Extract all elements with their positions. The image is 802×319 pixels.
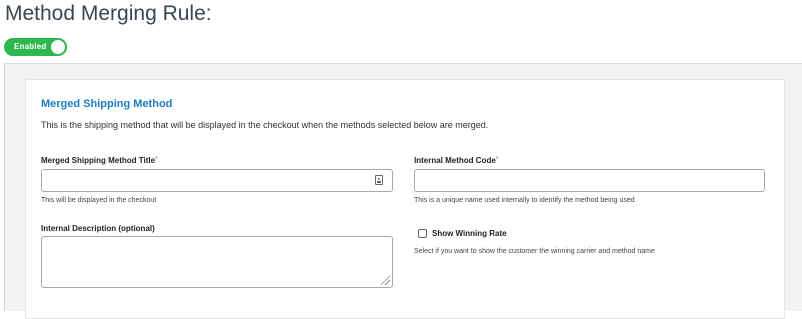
method-code-label: Internal Method Code* [414, 156, 499, 165]
toggle-label: Enabled [14, 42, 47, 51]
show-winning-rate-help: Select if you want to show the customer … [414, 248, 655, 255]
method-code-help: This is a unique name used internally to… [414, 197, 635, 204]
resize-handle-icon[interactable] [381, 276, 390, 285]
show-winning-rate-checkbox[interactable] [418, 229, 427, 238]
contact-card-icon[interactable] [375, 175, 383, 185]
method-title-label: Merged Shipping Method Title* [41, 156, 158, 165]
method-title-help: This will be displayed in the checkout [41, 197, 157, 204]
rule-panel: Merged Shipping Method This is the shipp… [4, 63, 802, 319]
enabled-toggle[interactable]: Enabled [4, 38, 67, 56]
method-title-input[interactable] [41, 169, 393, 192]
required-mark: * [155, 156, 158, 163]
method-code-label-text: Internal Method Code [414, 156, 496, 165]
required-mark: * [495, 156, 499, 163]
merged-method-card: Merged Shipping Method This is the shipp… [25, 79, 785, 319]
section-title: Merged Shipping Method [41, 98, 173, 110]
page-title: Method Merging Rule: [5, 2, 212, 25]
description-label: Internal Description (optional) [41, 224, 155, 233]
show-winning-rate-label[interactable]: Show Winning Rate [432, 229, 507, 238]
toggle-knob[interactable] [51, 40, 65, 54]
section-description: This is the shipping method that will be… [41, 120, 489, 130]
description-textarea[interactable] [41, 236, 393, 288]
method-code-input[interactable] [414, 169, 765, 192]
method-title-label-text: Merged Shipping Method Title [41, 156, 156, 165]
